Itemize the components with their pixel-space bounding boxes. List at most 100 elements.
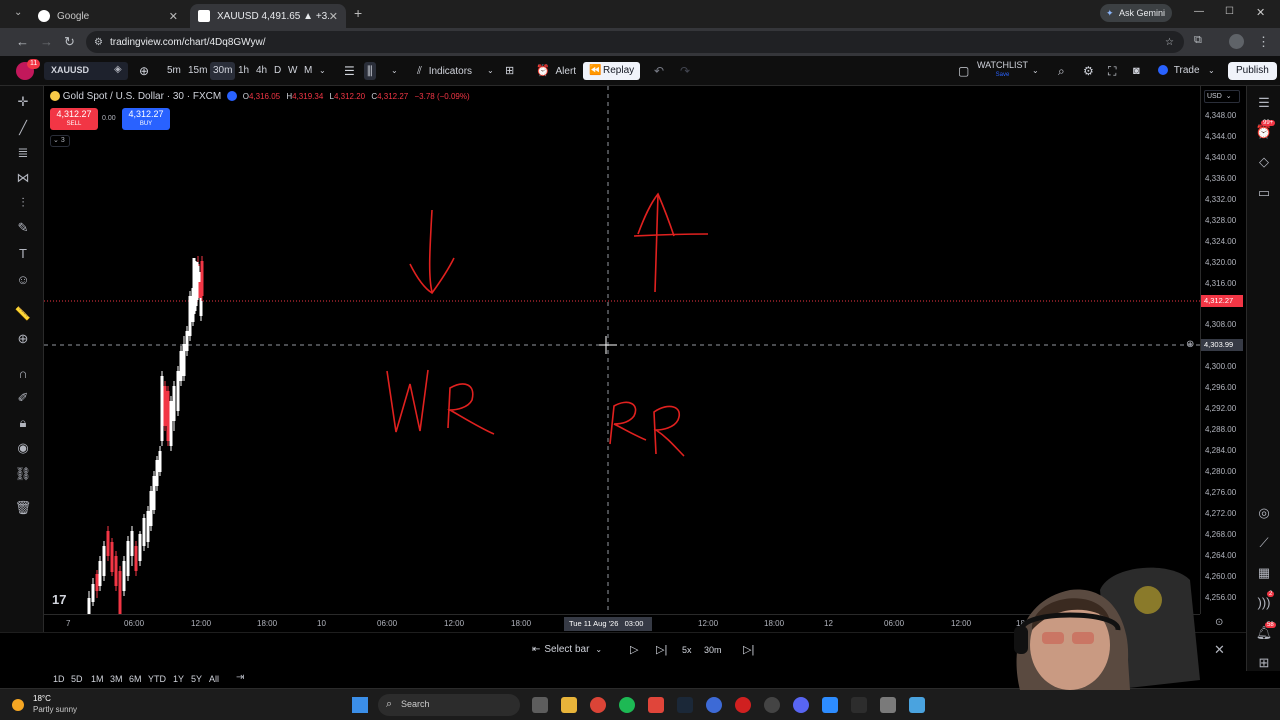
bookmark-star-icon[interactable]: ☆ [1165, 37, 1174, 48]
range-1d[interactable]: 1D [53, 674, 65, 684]
trend-icon[interactable]: ⟋ [1255, 534, 1273, 552]
interval-4h[interactable]: 4h [253, 62, 270, 80]
reload-icon[interactable]: ↻ [64, 34, 75, 50]
magnet-icon[interactable]: ∩ [14, 365, 32, 383]
lock-icon[interactable]: 🔒︎ [14, 414, 32, 432]
templates-icon[interactable]: ⊞ [502, 62, 517, 80]
steam-icon[interactable] [677, 697, 693, 713]
browser-menu-icon[interactable]: ⋮ [1257, 34, 1270, 50]
minimize-icon[interactable]: — [1194, 6, 1204, 17]
select-bar-button[interactable]: ⇤ Select bar ⌄ [532, 644, 602, 655]
price-chart[interactable]: 17 [44, 86, 1200, 614]
ruler-icon[interactable]: 📏 [14, 305, 32, 323]
spotify-icon[interactable] [619, 697, 635, 713]
replay-button[interactable]: ⏪ Replay [583, 62, 641, 80]
replay-interval[interactable]: 30m [704, 645, 722, 655]
jump-to-realtime-icon[interactable]: ▷| [743, 643, 754, 656]
url-field[interactable]: ⚙ tradingview.com/chart/4Dq8GWyw/ ☆ [86, 31, 1184, 53]
range-1m[interactable]: 1M [91, 674, 104, 684]
fib-retracement-icon[interactable]: ≣ [14, 144, 32, 162]
trend-line-icon[interactable]: ╱ [14, 119, 32, 137]
interval-1h[interactable]: 1h [235, 62, 252, 80]
interval-m[interactable]: M [301, 62, 315, 80]
forecast-tool-icon[interactable]: ⫶ [14, 194, 32, 212]
interval-w[interactable]: W [285, 62, 300, 80]
sell-button[interactable]: 4,312.27 SELL [50, 108, 98, 130]
extensions-icon[interactable]: ⧉ [1194, 34, 1202, 47]
interval-5m[interactable]: 5m [164, 62, 184, 80]
interval-dropdown-icon[interactable]: ⌄ [316, 62, 329, 80]
step-forward-icon[interactable]: ▷| [656, 643, 667, 656]
layout-icon[interactable]: ▢ [955, 62, 972, 80]
apps-grid-icon[interactable]: ⊞ [1255, 654, 1273, 672]
calendar-icon[interactable]: ▦ [1255, 564, 1273, 582]
buy-button[interactable]: 4,312.27 BUY [122, 108, 170, 130]
trade-dropdown-icon[interactable]: ⌄ [1205, 62, 1218, 80]
range-3m[interactable]: 3M [110, 674, 123, 684]
stay-in-drawing-icon[interactable]: ✐ [14, 389, 32, 407]
tab-tradingview[interactable]: XAUUSD 4,491.65 ▲ +3.63% W ✕ [190, 4, 346, 28]
window-close-icon[interactable]: ✕ [1256, 6, 1265, 19]
play-icon[interactable]: ▷ [630, 643, 638, 656]
range-1y[interactable]: 1Y [173, 674, 184, 684]
crosshair-tool-icon[interactable]: ✛ [14, 93, 32, 111]
range-5y[interactable]: 5Y [191, 674, 202, 684]
brush-tool-icon[interactable]: ✎ [14, 219, 32, 237]
bar-style-icon[interactable]: ☰ [341, 62, 358, 80]
target-icon[interactable]: ◎ [1255, 504, 1273, 522]
price-axis[interactable]: USD ⌄ 4,348.00 4,344.00 4,340.00 4,336.00 4,3… [1200, 86, 1246, 614]
profile-avatar[interactable] [1229, 34, 1244, 49]
close-icon[interactable]: ✕ [329, 10, 338, 23]
misc-app-icon[interactable] [909, 697, 925, 713]
compare-symbol-icon[interactable]: ⊕ [136, 62, 152, 80]
redo-icon[interactable]: ↷ [677, 62, 693, 80]
zoom-in-icon[interactable]: ⊕ [14, 330, 32, 348]
taskbar-search[interactable]: ⌕ Search [378, 694, 520, 716]
close-icon[interactable]: ✕ [169, 10, 178, 23]
add-alert-icon[interactable]: ⊕ [1186, 339, 1194, 350]
chrome-icon[interactable] [590, 697, 606, 713]
watchlist-button[interactable]: WATCHLIST Save [974, 60, 1031, 78]
chat-icon[interactable]: ▭ [1255, 184, 1273, 202]
fullscreen-icon[interactable]: ⛶ [1105, 62, 1119, 80]
pattern-tool-icon[interactable]: ⋈ [14, 169, 32, 187]
publish-button[interactable]: Publish [1228, 62, 1277, 80]
start-button[interactable] [352, 697, 368, 713]
link-icon[interactable]: ⛓ [14, 465, 32, 483]
chart-pane[interactable]: 17 [44, 86, 1200, 614]
red-app-icon[interactable] [735, 697, 751, 713]
currency-selector[interactable]: USD ⌄ [1204, 90, 1240, 103]
emoji-tool-icon[interactable]: ☺ [14, 271, 32, 289]
data-window-icon[interactable]: ◇ [1255, 153, 1273, 171]
tab-google[interactable]: Google ✕ [30, 4, 186, 28]
site-info-icon[interactable]: ⚙ [94, 37, 103, 48]
chart-style-dropdown-icon[interactable]: ⌄ [388, 62, 401, 80]
interval-d[interactable]: D [271, 62, 284, 80]
quick-search-icon[interactable]: ⌕ [1055, 62, 1068, 80]
indicators-button[interactable]: ⫽ Indicators [414, 62, 475, 80]
range-6m[interactable]: 6M [129, 674, 142, 684]
snapshot-icon[interactable]: ◙ [1130, 62, 1143, 80]
file-explorer-icon[interactable] [561, 697, 577, 713]
ask-gemini-button[interactable]: ✦ Ask Gemini [1100, 4, 1172, 22]
trade-button[interactable]: Trade [1155, 62, 1203, 80]
excel-icon[interactable] [851, 697, 867, 713]
range-ytd[interactable]: YTD [148, 674, 166, 684]
replay-speed[interactable]: 5x [682, 645, 692, 655]
new-tab-icon[interactable]: + [354, 5, 362, 21]
watchlist-icon[interactable]: ☰ [1255, 94, 1273, 112]
symbol-search[interactable]: XAUUSD ◈ [44, 62, 128, 80]
github-icon[interactable] [764, 697, 780, 713]
watchlist-dropdown-icon[interactable]: ⌄ [1029, 62, 1042, 80]
tool-app-icon[interactable] [880, 697, 896, 713]
settings-icon[interactable]: ⚙ [1080, 62, 1097, 80]
trash-icon[interactable]: 🗑︎ [14, 499, 32, 517]
zoom-icon[interactable] [822, 697, 838, 713]
indicators-collapse-toggle[interactable]: ⌄ 3 [50, 135, 70, 147]
go-to-date-icon[interactable]: ⇥ [236, 672, 244, 683]
indicators-dropdown-icon[interactable]: ⌄ [484, 62, 497, 80]
game-launcher-icon[interactable] [706, 697, 722, 713]
forward-icon[interactable]: → [40, 34, 53, 49]
tab-search-icon[interactable]: ⌄ [14, 7, 22, 18]
task-view-icon[interactable] [532, 697, 548, 713]
